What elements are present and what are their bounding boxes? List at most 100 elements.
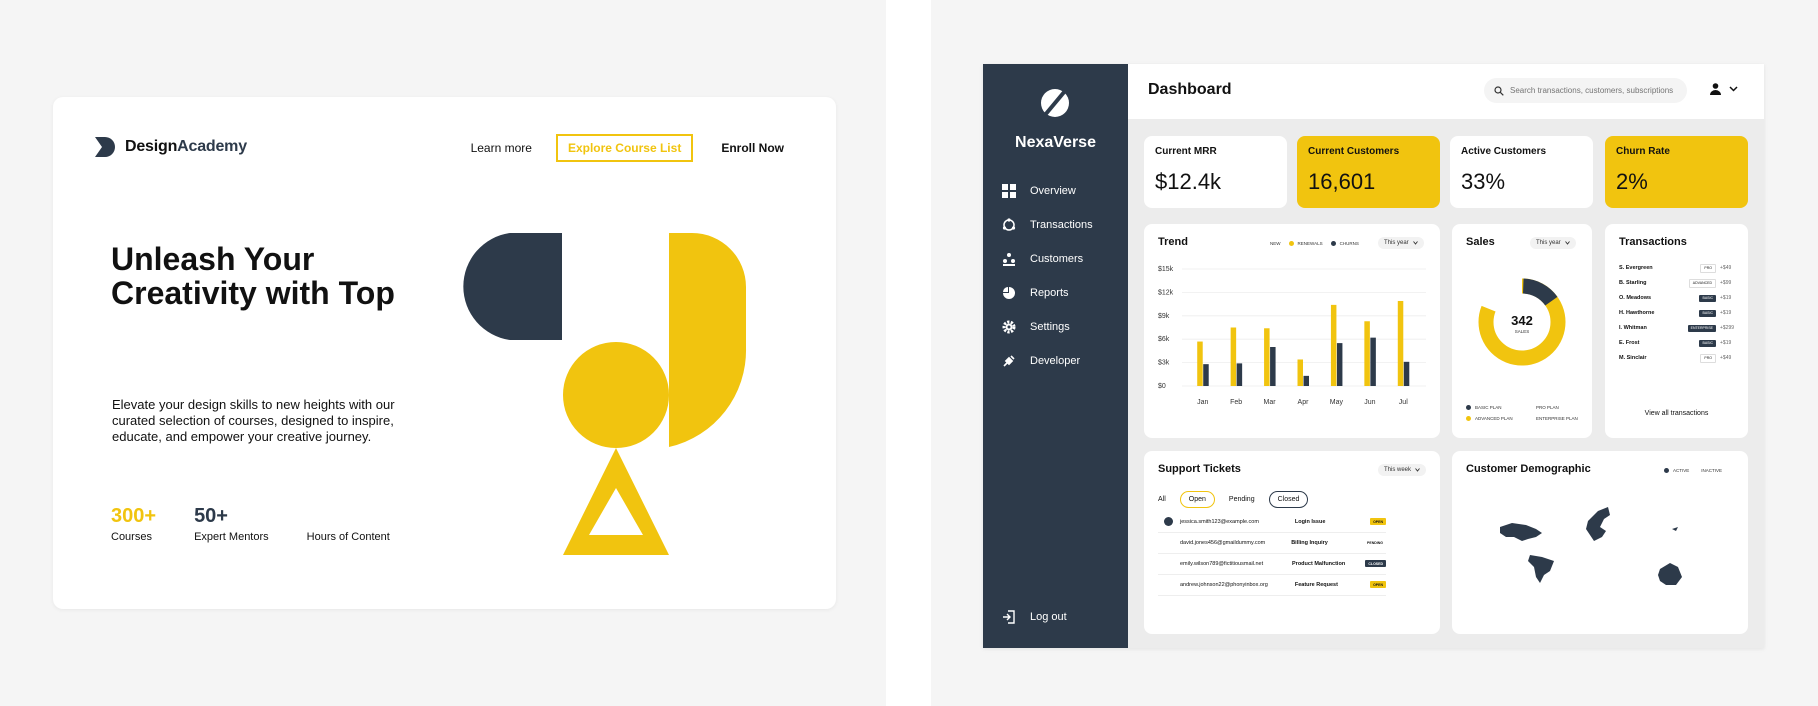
transaction-row[interactable]: O. Meadows BASIC +$19 [1619, 290, 1734, 306]
card-title: Customer Demographic [1466, 463, 1591, 475]
transaction-customer: S. Evergreen [1619, 265, 1653, 271]
kpi-title: Current MRR [1155, 146, 1217, 157]
kpi-active-customers: Active Customers 33% [1450, 136, 1593, 208]
bar-renewals-jun [1364, 321, 1370, 386]
sales-card: Sales This year 342 SALES BASIC PLAN PRO… [1452, 224, 1592, 438]
logo-text: DesignAcademy [125, 138, 247, 155]
sidebar-item-reports[interactable]: Reports [1002, 276, 1093, 310]
pie-chart-icon [1003, 287, 1015, 299]
stat-courses: 300+ Courses [111, 505, 156, 543]
grid-icon [1002, 184, 1016, 198]
ticket-row[interactable]: emily.wilson789@fictitiousmail.net Produc… [1158, 553, 1386, 575]
sales-donut-chart: 342 SALES [1478, 278, 1566, 366]
sales-legend-pro: PRO PLAN [1536, 405, 1559, 410]
search-input[interactable] [1510, 86, 1685, 95]
legend-label: ADVANCED PLAN [1475, 416, 1513, 421]
panel-divider [886, 0, 931, 706]
support-tickets-card: Support Tickets This week All Open Pendi… [1144, 451, 1440, 634]
plan-badge: PRO [1700, 263, 1716, 273]
transaction-customer: B. Starling [1619, 280, 1647, 286]
explore-course-list-button[interactable]: Explore Course List [555, 134, 694, 162]
logo-mark-icon [95, 137, 115, 157]
ticket-row[interactable]: andrew.johnson22@phonyinbox.org Feature R… [1158, 574, 1386, 596]
transaction-customer: I. Whitman [1619, 325, 1647, 331]
x-tick-label: Jan [1197, 399, 1208, 406]
yellow-d-shape [669, 233, 747, 447]
tab-all[interactable]: All [1158, 492, 1174, 507]
transaction-row[interactable]: M. Sinclair PRO +$49 [1619, 350, 1734, 366]
transaction-amount: +$299 [1720, 325, 1735, 331]
bar-renewals-apr [1297, 359, 1303, 386]
plan-badge: ENTERPRISE [1687, 324, 1716, 332]
donut-center-label: SALES [1515, 329, 1530, 334]
ticket-row[interactable]: jessica.smith123@example.com Login Issue O… [1158, 511, 1386, 533]
map-australia [1658, 563, 1682, 585]
page-title: Dashboard [1148, 81, 1232, 98]
gear-icon [1002, 320, 1016, 334]
transaction-row[interactable]: I. Whitman ENTERPRISE +$299 [1619, 320, 1734, 336]
kpi-current-customers: Current Customers 16,601 [1297, 136, 1440, 208]
ticket-email: david.jones456@gmaildummy.com [1180, 539, 1266, 546]
stat-label: Courses [111, 531, 152, 543]
sales-period-select[interactable]: This year [1530, 237, 1576, 249]
sidebar-item-label: Transactions [1030, 219, 1093, 231]
tab-pending[interactable]: Pending [1221, 492, 1263, 507]
sidebar-item-label: Reports [1030, 287, 1069, 299]
x-tick-label: Jul [1399, 399, 1408, 406]
transaction-row[interactable]: B. Starling ADVANCED +$99 [1619, 275, 1734, 291]
kpi-title: Churn Rate [1616, 146, 1670, 157]
transaction-customer: O. Meadows [1619, 295, 1652, 301]
search-icon [1494, 85, 1504, 96]
ticket-issue: Feature Request [1294, 581, 1338, 588]
legend-dot [1466, 416, 1471, 421]
sidebar-item-label: Settings [1030, 321, 1070, 333]
sidebar-menu: Overview Transactions Customers Reports … [1002, 174, 1093, 378]
logout-button[interactable]: Log out [1002, 610, 1067, 624]
card-title: Transactions [1619, 236, 1687, 248]
transaction-row[interactable]: E. Frost BASIC +$19 [1619, 335, 1734, 351]
yellow-triangle-shape [563, 448, 669, 555]
user-menu[interactable] [1710, 83, 1738, 95]
sidebar-item-settings[interactable]: Settings [1002, 310, 1093, 344]
ticket-row[interactable]: david.jones456@gmaildummy.com Billing Inq… [1158, 532, 1386, 554]
nexaverse-logo-icon [1041, 89, 1069, 117]
sidebar-item-overview[interactable]: Overview [1002, 174, 1093, 208]
ticket-status-badge: OPEN [1370, 518, 1386, 525]
map-north-america [1500, 523, 1542, 541]
ticket-issue: Billing Inquiry [1291, 539, 1328, 546]
chevron-down-icon [1415, 468, 1420, 472]
sidebar-item-label: Overview [1030, 185, 1076, 197]
stat-label: Hours of Content [306, 531, 390, 543]
view-all-transactions-link[interactable]: View all transactions [1605, 410, 1748, 417]
plan-badge: BASIC [1699, 339, 1716, 347]
demographic-legend: ACTIVE INACTIVE [1664, 468, 1722, 473]
card-title: Support Tickets [1158, 463, 1241, 475]
logout-icon [1003, 610, 1015, 624]
bar-churns-mar [1270, 347, 1276, 386]
refresh-icon [1002, 218, 1016, 231]
bar-renewals-feb [1230, 327, 1237, 386]
tab-open[interactable]: Open [1179, 491, 1215, 508]
bar-churns-jan [1203, 364, 1209, 386]
tickets-period-select[interactable]: This week [1378, 464, 1427, 476]
learn-more-link[interactable]: Learn more [471, 141, 532, 155]
sidebar-item-transactions[interactable]: Transactions [1002, 208, 1093, 242]
transaction-row[interactable]: H. Hawthorne BASIC +$19 [1619, 305, 1734, 321]
y-tick-label: $3k [1158, 360, 1170, 367]
x-tick-label: Feb [1230, 399, 1242, 406]
sidebar-item-customers[interactable]: Customers [1002, 242, 1093, 276]
transaction-row[interactable]: S. Evergreen PRO +$49 [1619, 260, 1734, 276]
x-tick-label: Jun [1364, 399, 1375, 406]
x-tick-label: Apr [1298, 399, 1310, 406]
sidebar-item-developer[interactable]: Developer [1002, 344, 1093, 378]
plan-badge: BASIC [1699, 294, 1716, 302]
y-tick-label: $0 [1158, 383, 1166, 390]
legend-label: PRO PLAN [1536, 405, 1559, 410]
ticket-status-badge: CLOSED [1365, 560, 1386, 567]
bar-churns-may [1336, 343, 1343, 386]
trend-chart: $0 $3k $6k $9k $12k $15k Jan Feb Mar Apr May Jun Jul [1158, 266, 1426, 406]
legend-label: BASIC PLAN [1475, 405, 1502, 410]
tab-closed[interactable]: Closed [1268, 491, 1309, 508]
logo[interactable]: DesignAcademy [93, 135, 247, 159]
enroll-now-link[interactable]: Enroll Now [721, 141, 784, 155]
